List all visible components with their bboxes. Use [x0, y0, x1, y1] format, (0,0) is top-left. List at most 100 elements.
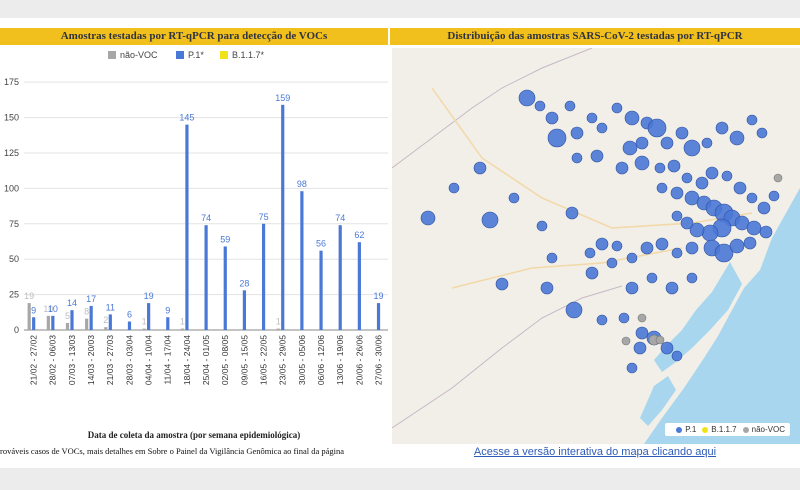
- map-dot-p1[interactable]: [671, 247, 683, 259]
- map-dot-p1[interactable]: [473, 161, 487, 175]
- map-dot-p1[interactable]: [508, 192, 520, 204]
- map-dot-p1[interactable]: [647, 118, 667, 138]
- map-dot-p1[interactable]: [518, 89, 536, 107]
- map-dot-p1[interactable]: [715, 121, 729, 135]
- map-dot-p1[interactable]: [729, 238, 745, 254]
- bar-p1: [185, 124, 189, 330]
- map-dot-p1[interactable]: [611, 102, 623, 114]
- map-dot-p1[interactable]: [701, 137, 713, 149]
- map-dot-p1[interactable]: [596, 122, 608, 134]
- map-dot-p1[interactable]: [746, 192, 758, 204]
- map-dot-p1[interactable]: [670, 186, 684, 200]
- map-dot-p1[interactable]: [420, 210, 436, 226]
- map-dot-p1[interactable]: [540, 281, 554, 295]
- map-dot-p1[interactable]: [646, 272, 658, 284]
- map-dot-p1[interactable]: [633, 341, 647, 355]
- map-dot-p1[interactable]: [622, 140, 638, 156]
- map-dot-p1[interactable]: [756, 127, 768, 139]
- map-dot-p1[interactable]: [585, 266, 599, 280]
- legend-item-nao-voc[interactable]: não-VOC: [108, 50, 158, 60]
- data-label-p1: 75: [259, 212, 269, 222]
- map-dot-p1[interactable]: [546, 252, 558, 264]
- map-dot-p1[interactable]: [705, 166, 719, 180]
- map-dot-p1[interactable]: [570, 126, 584, 140]
- x-tick-label: 30/05 - 05/06: [297, 335, 307, 385]
- data-label-nao-voc: 1: [142, 317, 147, 327]
- map-dot-p1[interactable]: [618, 312, 630, 324]
- map-dot-p1[interactable]: [634, 155, 650, 171]
- map-dot-p1[interactable]: [746, 114, 758, 126]
- map-dot-p1[interactable]: [495, 277, 509, 291]
- data-label-p1: 19: [374, 291, 384, 301]
- map-dot-p1[interactable]: [584, 247, 596, 259]
- map-dot-p1[interactable]: [681, 172, 693, 184]
- map-dot-p1[interactable]: [654, 162, 666, 174]
- map-dot-p1[interactable]: [611, 240, 623, 252]
- map-dot-p1[interactable]: [743, 236, 757, 250]
- data-label-nao-voc: 1: [276, 317, 281, 327]
- map-legend: P.1 B.1.1.7 não-VOC: [665, 423, 790, 436]
- sample-map[interactable]: P.1 B.1.1.7 não-VOC: [392, 48, 800, 444]
- map-dot-p1[interactable]: [667, 159, 681, 173]
- x-tick-label: 11/04 - 17/04: [163, 335, 173, 385]
- legend-item-b117[interactable]: B.1.1.7*: [220, 50, 264, 60]
- map-dot-p1[interactable]: [481, 211, 499, 229]
- map-dot-p1[interactable]: [759, 225, 773, 239]
- map-dot-p1[interactable]: [448, 182, 460, 194]
- legend-label-b117: B.1.1.7*: [232, 50, 265, 60]
- map-dot-p1[interactable]: [671, 350, 683, 362]
- map-dot-p1[interactable]: [625, 281, 639, 295]
- map-dot-nao-voc[interactable]: [637, 313, 647, 323]
- legend-swatch-b117: [220, 51, 228, 59]
- map-dot-p1[interactable]: [701, 224, 719, 242]
- map-dot-nao-voc[interactable]: [773, 173, 783, 183]
- map-dot-p1[interactable]: [695, 176, 709, 190]
- map-dot-p1[interactable]: [757, 201, 771, 215]
- map-dot-p1[interactable]: [565, 301, 583, 319]
- map-dot-p1[interactable]: [665, 281, 679, 295]
- map-dot-p1[interactable]: [680, 216, 694, 230]
- map-dot-p1[interactable]: [721, 170, 733, 182]
- map-dot-nao-voc[interactable]: [655, 335, 665, 345]
- bar-nao-voc: [180, 328, 185, 330]
- map-dot-p1[interactable]: [671, 210, 683, 222]
- map-dot-p1[interactable]: [586, 112, 598, 124]
- map-dot-p1[interactable]: [686, 272, 698, 284]
- map-dot-p1[interactable]: [635, 326, 649, 340]
- map-dot-p1[interactable]: [626, 362, 638, 374]
- map-dot-p1[interactable]: [729, 130, 745, 146]
- map-dot-p1[interactable]: [571, 152, 583, 164]
- map-dot-p1[interactable]: [547, 128, 567, 148]
- map-dot-p1[interactable]: [733, 181, 747, 195]
- map-dot-p1[interactable]: [596, 314, 608, 326]
- map-dot-p1[interactable]: [590, 149, 604, 163]
- map-dot-p1[interactable]: [660, 136, 674, 150]
- map-dot-p1[interactable]: [656, 182, 668, 194]
- map-dot-p1[interactable]: [655, 237, 669, 251]
- map-dot-p1[interactable]: [685, 241, 699, 255]
- map-dot-p1[interactable]: [675, 126, 689, 140]
- map-dot-p1[interactable]: [545, 111, 559, 125]
- map-dot-p1[interactable]: [768, 190, 780, 202]
- map-dot-p1[interactable]: [624, 110, 640, 126]
- map-dot-p1[interactable]: [626, 252, 638, 264]
- map-dot-p1[interactable]: [683, 139, 701, 157]
- map-dot-p1[interactable]: [615, 161, 629, 175]
- map-dot-p1[interactable]: [565, 206, 579, 220]
- map-dot-p1[interactable]: [564, 100, 576, 112]
- map-dot-p1[interactable]: [534, 100, 546, 112]
- map-dot-p1[interactable]: [595, 237, 609, 251]
- legend-item-p1[interactable]: P.1*: [176, 50, 204, 60]
- map-legend-b117: B.1.1.7: [711, 425, 737, 434]
- map-dot-p1[interactable]: [640, 241, 654, 255]
- map-dot-nao-voc[interactable]: [621, 336, 631, 346]
- map-legend-dot-b117: [702, 426, 709, 433]
- interactive-map-link[interactable]: Acesse a versão interativa do mapa clica…: [390, 446, 800, 458]
- data-label-p1: 74: [201, 213, 211, 223]
- map-dot-p1[interactable]: [660, 341, 674, 355]
- x-tick-label: 07/03 - 13/03: [67, 335, 77, 385]
- map-dot-p1[interactable]: [606, 257, 618, 269]
- map-dot-p1[interactable]: [635, 136, 649, 150]
- map-dot-p1[interactable]: [536, 220, 548, 232]
- map-dot-p1[interactable]: [746, 220, 762, 236]
